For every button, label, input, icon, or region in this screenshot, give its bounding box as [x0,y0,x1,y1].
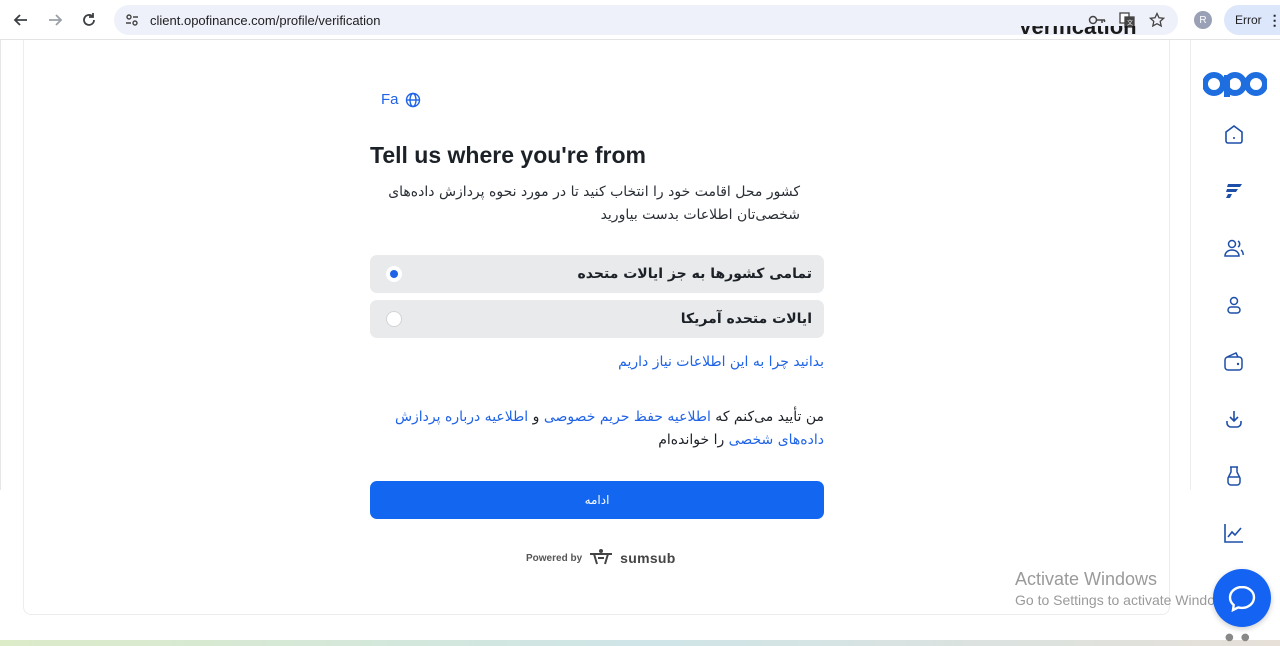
back-button[interactable] [4,3,38,37]
flag-icon[interactable] [1222,179,1246,203]
more-dots-icon: ● ● [1225,632,1252,643]
consent-prefix: من تأیید می‌کنم که [710,409,824,425]
consent-and: و [528,409,544,425]
reload-icon [83,12,95,26]
chart-icon[interactable] [1222,521,1246,545]
page-heading: Verification [1018,26,1137,39]
radio-unselected[interactable] [386,311,402,327]
language-switcher[interactable]: Fa [381,91,421,108]
error-label: Error [1235,13,1262,27]
sumsub-brand: sumsub [620,550,676,566]
user-icon[interactable] [1222,293,1246,317]
support-chat-button[interactable] [1213,569,1271,627]
watermark-subtitle: Go to Settings to activate Windows. [1015,592,1236,608]
consent-text: من تأیید می‌کنم که اطلاعیه حفظ حریم خصوص… [370,406,824,452]
opo-logo[interactable] [1203,70,1267,100]
description-text: کشور محل اقامت خود را انتخاب کنید تا در … [388,184,800,223]
home-icon[interactable] [1222,122,1246,146]
page-edge [0,40,1,490]
wallet-icon[interactable] [1222,350,1246,374]
chat-bubble-icon [1228,585,1256,613]
page-title: Tell us where you're from [370,142,646,168]
download-icon[interactable] [1222,407,1246,431]
privacy-notice-link[interactable]: اطلاعیه حفظ حریم خصوصی [544,409,711,425]
bookmark-star-icon[interactable] [1148,11,1166,29]
option-label: تمامی کشورها به جز ایالات متحده [577,266,812,282]
kebab-menu-icon: ⋮ [1267,11,1280,28]
globe-icon [405,92,420,107]
why-we-need-info-link[interactable]: بدانید چرا به این اطلاعات نیاز داریم [618,354,824,370]
url-text[interactable]: client.opofinance.com/profile/verificati… [150,13,381,28]
activate-windows-watermark: Activate Windows Go to Settings to activ… [1015,568,1236,610]
watermark-title: Activate Windows [1015,569,1158,589]
arrow-right-icon [49,13,63,26]
profile-avatar[interactable]: R [1194,11,1212,29]
forward-button[interactable] [38,3,72,37]
flask-icon[interactable] [1222,464,1246,488]
radio-selected[interactable] [386,266,402,282]
option-united-states[interactable]: ایالات متحده آمریکا [370,300,824,338]
continue-button[interactable]: ادامه [370,481,824,519]
option-all-countries-except-us[interactable]: تمامی کشورها به جز ایالات متحده [370,255,824,293]
language-label: Fa [381,91,399,108]
powered-by-label: Powered by [526,552,583,564]
site-settings-icon[interactable] [124,12,140,28]
powered-by-sumsub[interactable]: Powered by sumsub [526,548,676,568]
reload-button[interactable] [72,3,106,37]
taskbar-strip [0,640,1280,646]
users-icon[interactable] [1222,236,1246,260]
option-label: ایالات متحده آمریکا [680,311,812,327]
error-menu-button[interactable]: Error ⋮ [1224,5,1280,35]
arrow-left-icon [13,13,27,26]
sumsub-logo-icon [590,549,613,565]
consent-suffix: را خوانده‌ام [658,432,729,448]
sidebar-divider [1190,40,1191,490]
